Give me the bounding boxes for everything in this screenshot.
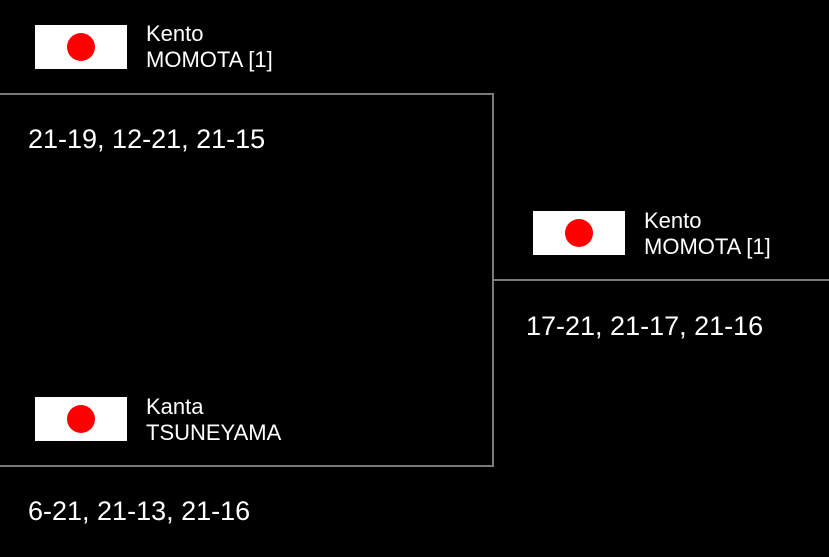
player-first-name: Kento	[644, 208, 702, 233]
bracket-line-bottom	[0, 465, 494, 467]
bracket-line-top	[0, 93, 494, 95]
flag-disc	[67, 405, 95, 433]
flag-disc	[67, 33, 95, 61]
player-top[interactable]: Kento MOMOTA [1]	[146, 21, 273, 73]
match1-bottom-score: 6-21, 21-13, 21-16	[28, 496, 251, 526]
japan-flag-icon	[35, 397, 127, 441]
bracket-line-connector	[492, 279, 829, 281]
player-bottom[interactable]: Kanta TSUNEYAMA	[146, 394, 281, 446]
player-first-name: Kanta	[146, 394, 204, 419]
match2-score: 17-21, 21-17, 21-16	[526, 311, 764, 341]
player-last-name: MOMOTA [1]	[146, 47, 273, 72]
japan-flag-icon	[533, 211, 625, 255]
flag-disc	[565, 219, 593, 247]
japan-flag-icon	[35, 25, 127, 69]
player-first-name: Kento	[146, 21, 204, 46]
match1-top-score: 21-19, 12-21, 21-15	[28, 124, 266, 154]
player-winner[interactable]: Kento MOMOTA [1]	[644, 208, 771, 260]
player-last-name: MOMOTA [1]	[644, 234, 771, 259]
player-last-name: TSUNEYAMA	[146, 420, 282, 445]
